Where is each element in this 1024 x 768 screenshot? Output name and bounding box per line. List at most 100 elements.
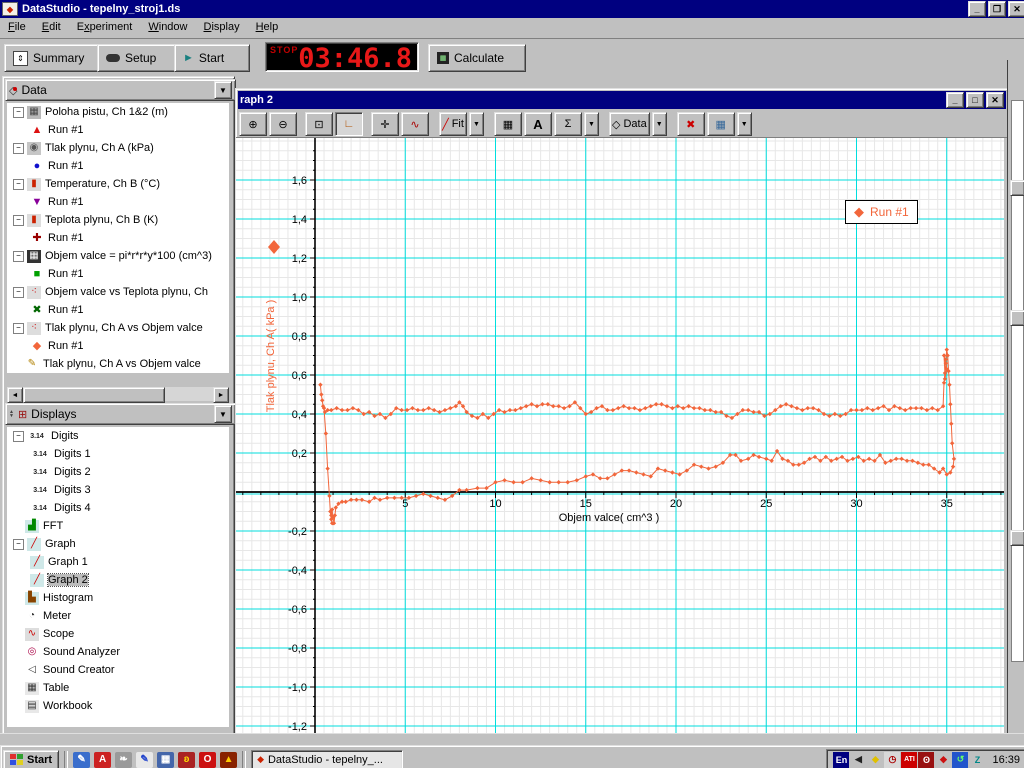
tree-item-display-digits-4[interactable]: 3.14Digits 4 [7,499,229,517]
tree-item-data-temperature[interactable]: −▮Temperature, Ch B (°C) [7,175,229,193]
fit-menu-button-dropdown[interactable]: ▼ [469,112,484,136]
tree-item-display-fft[interactable]: ▟FFT [7,517,229,535]
setup-button[interactable]: Setup [97,44,183,72]
tree-item-display-graph-2[interactable]: ╱Graph 2 [7,571,229,589]
data-menu-button[interactable]: ◇Data [609,112,650,136]
background-window-sliver[interactable] [1007,60,1024,733]
tree-item-data-poloha-pistu[interactable]: −▦Poloha pistu, Ch 1&2 (m) [7,103,229,121]
tree-item-display-meter[interactable]: ◔Meter [7,607,229,625]
expand-box[interactable]: − [13,107,24,118]
statistics-button[interactable]: Σ [554,112,582,136]
tree-item-display-scope[interactable]: ∿Scope [7,625,229,643]
expand-box[interactable]: − [13,251,24,262]
tree-item-display-graph-1[interactable]: ╱Graph 1 [7,553,229,571]
graph-settings-button[interactable]: ▦ [707,112,735,136]
tree-item-display-sound-analyzer[interactable]: ◎Sound Analyzer [7,643,229,661]
start-button[interactable]: ► Start [174,44,250,72]
yellow-tool-icon[interactable]: ◆ [867,752,883,768]
menu-window[interactable]: Window [140,18,195,36]
menu-edit[interactable]: Edit [34,18,69,36]
tree-item-run-poloha[interactable]: ▲Run #1 [7,121,229,139]
tree-item-data-teplota-plynu[interactable]: −▮Teplota plynu, Ch B (K) [7,211,229,229]
start-button[interactable]: Start [3,750,59,768]
scroll-right-arrow[interactable]: ► [213,387,229,403]
winamp-icon[interactable]: ▲ [220,752,237,768]
sync-globe-icon[interactable]: ↺ [952,752,968,768]
tree-item-data-objem-vs-teplota[interactable]: −⁖Objem valce vs Teplota plynu, Ch [7,283,229,301]
tree-item-run-tlak-vs-objem[interactable]: ◆Run #1 [7,337,229,355]
tree-item-data-tlak-vs-objem[interactable]: −⁖Tlak plynu, Ch A vs Objem valce [7,319,229,337]
tree-item-display-digits[interactable]: −3.14Digits [7,427,229,445]
calculator-button[interactable]: ▦ [494,112,522,136]
smart-tool-button[interactable]: ✛ [371,112,399,136]
download-accelerator-icon[interactable]: ◆ [935,752,951,768]
devil-icon[interactable]: ʘ [918,752,934,768]
scale-to-fit-button[interactable]: ∟ [335,112,363,136]
expand-box[interactable]: − [13,143,24,154]
tree-item-data-objem-valce[interactable]: −▦Objem valce = pi*r*r*y*100 (cm^3) [7,247,229,265]
tree-item-display-table[interactable]: ▦Table [7,679,229,697]
menu-help[interactable]: Help [248,18,287,36]
tree-item-display-digits-2[interactable]: 3.14Digits 2 [7,463,229,481]
summary-button[interactable]: ⇕ Summary [4,44,106,72]
close-button[interactable]: ✕ [1008,1,1024,17]
statistics-button-dropdown[interactable]: ▼ [584,112,599,136]
tree-item-display-sound-creator[interactable]: ◁Sound Creator [7,661,229,679]
chart-legend[interactable]: ◆ Run #1 [845,200,918,224]
graph-minimize-button[interactable]: _ [946,92,964,108]
expand-box[interactable]: − [13,179,24,190]
tree-item-data-tlak-plynu[interactable]: −◉Tlak plynu, Ch A (kPa) [7,139,229,157]
notepad-icon[interactable]: ✎ [73,752,90,768]
tree-item-run-objem-vs-teplota[interactable]: ✖Run #1 [7,301,229,319]
displays-dropdown-arrow[interactable]: ▼ [214,405,232,423]
menu-experiment[interactable]: Experiment [69,18,141,36]
tree-item-data-tlak-vs-objem-2[interactable]: ✎Tlak plynu, Ch A vs Objem valce [7,355,229,373]
zoom-out-button[interactable]: ⊖ [269,112,297,136]
expand-box[interactable]: − [13,539,24,550]
graph-window-titlebar[interactable]: raph 2 _ □ ✕ [238,91,1006,109]
dialup-icon[interactable]: Z [969,752,985,768]
scroll-thumb[interactable] [23,387,165,403]
title-bar[interactable]: ◆ DataStudio - tepelny_stroj1.ds _ ❐ ✕ [0,0,1024,18]
paint-icon[interactable]: ✎ [136,752,153,768]
fit-menu-button[interactable]: ╱Fit [439,112,467,136]
zoom-in-button[interactable]: ⊕ [239,112,267,136]
dragon-icon[interactable]: ʚ [178,752,195,768]
tree-item-display-digits-3[interactable]: 3.14Digits 3 [7,481,229,499]
tree-item-run-tlak[interactable]: ●Run #1 [7,157,229,175]
scheduler-clock-icon[interactable]: ◷ [884,752,900,768]
zoom-select-button[interactable]: ⊡ [305,112,333,136]
calculator-icon[interactable]: ▦ [157,752,174,768]
expand-box[interactable]: − [13,431,24,442]
volume-icon[interactable]: ◀ [850,752,866,768]
tree-item-display-graph[interactable]: −╱Graph [7,535,229,553]
graph-close-button[interactable]: ✕ [986,92,1004,108]
restore-button[interactable]: ❐ [988,1,1006,17]
expand-box[interactable]: − [13,287,24,298]
tree-item-display-digits-1[interactable]: 3.14Digits 1 [7,445,229,463]
menu-file[interactable]: File [0,18,34,36]
delete-button[interactable]: ✖ [677,112,705,136]
displays-panel-header[interactable]: ▲▼ ⊞ Displays ▼ [5,403,236,425]
graph-maximize-button[interactable]: □ [966,92,984,108]
calculate-button[interactable]: ▦ Calculate [428,44,526,72]
expand-box[interactable]: − [13,323,24,334]
minimize-button[interactable]: _ [968,1,986,17]
data-dropdown-arrow[interactable]: ▼ [214,81,232,99]
acrobat-icon[interactable]: A [94,752,111,768]
menu-display[interactable]: Display [196,18,248,36]
scroll-left-arrow[interactable]: ◄ [7,387,23,403]
tree-item-run-teplota[interactable]: ✚Run #1 [7,229,229,247]
tree-item-run-objem[interactable]: ■Run #1 [7,265,229,283]
chart[interactable]: 1,61,41,21,00,80,60,40,2-0,2-0,4-0,6-0,8… [236,138,1004,733]
data-menu-button-dropdown[interactable]: ▼ [652,112,667,136]
data-panel-header[interactable]: ◇ Data ▼ [5,79,236,101]
active-task-button[interactable]: ◆ DataStudio - tepelny_... [251,750,403,768]
tree-item-run-temperature[interactable]: ▼Run #1 [7,193,229,211]
tree-item-display-workbook[interactable]: ▤Workbook [7,697,229,715]
opera-icon[interactable]: O [199,752,216,768]
text-tool-button[interactable]: A [524,112,552,136]
graph-settings-button-dropdown[interactable]: ▼ [737,112,752,136]
tree-item-display-histogram[interactable]: ▙Histogram [7,589,229,607]
keyboard-layout-indicator[interactable]: En [833,752,849,768]
